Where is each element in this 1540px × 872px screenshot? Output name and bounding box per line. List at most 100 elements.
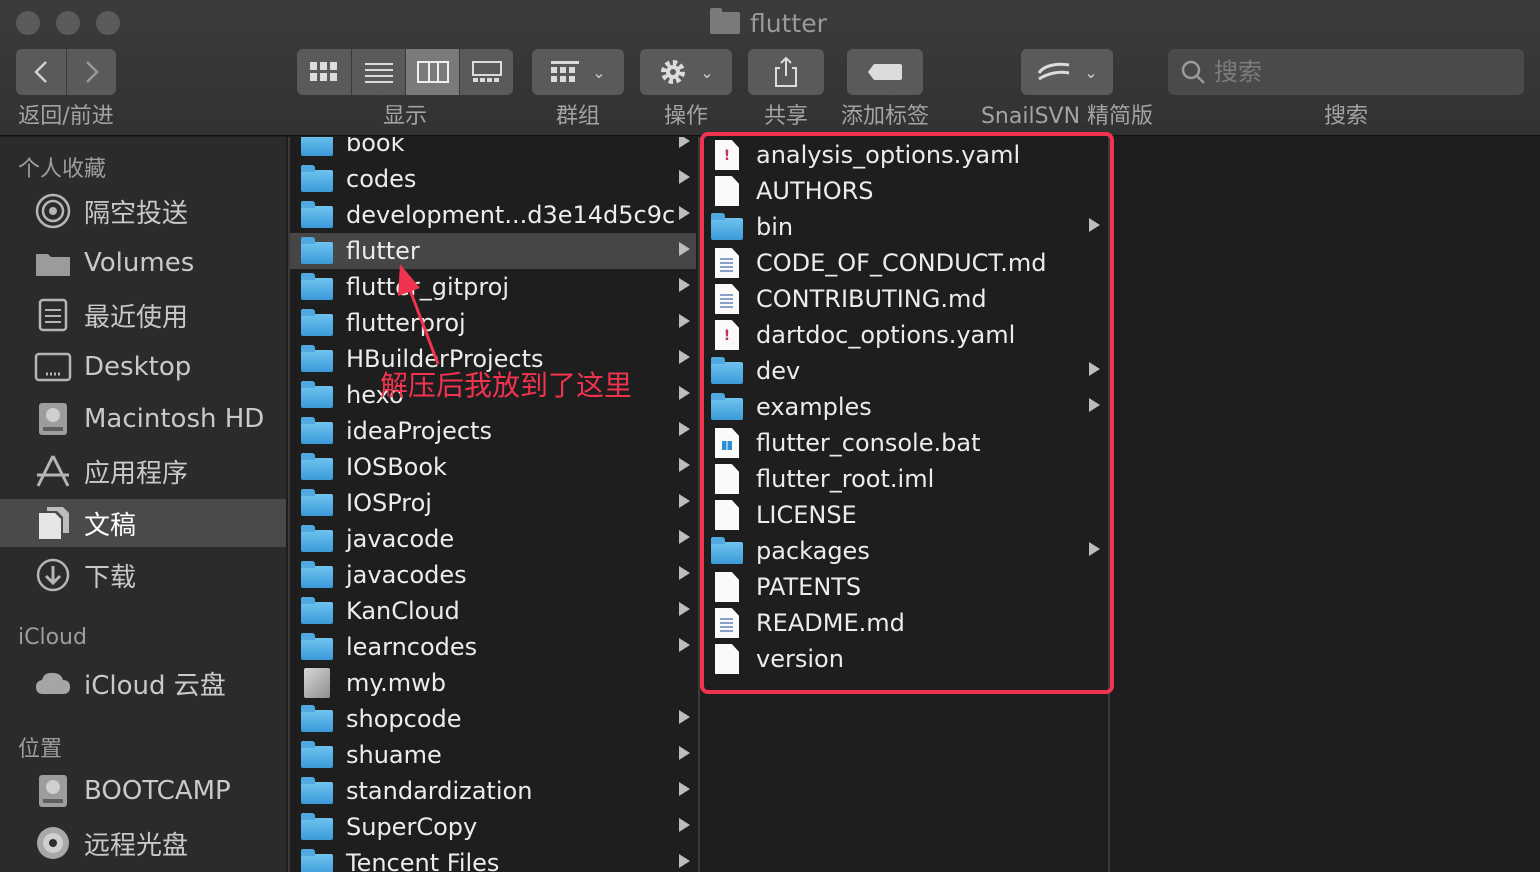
applications-icon: [34, 452, 72, 490]
zoom-window-button[interactable]: [96, 11, 120, 35]
folder-icon: [300, 377, 334, 413]
file-row[interactable]: version: [700, 641, 1106, 677]
folder-row[interactable]: ideaProjects: [290, 413, 696, 449]
group-label: 群组: [555, 104, 600, 129]
document-icon: [710, 641, 744, 677]
gallery-view-button[interactable]: [459, 49, 513, 95]
item-name: flutter: [346, 237, 420, 265]
disclosure-arrow-icon: [679, 386, 690, 400]
folder-row[interactable]: javacodes: [290, 557, 696, 593]
gallery-icon: [471, 61, 502, 82]
item-name: flutterproj: [346, 309, 466, 337]
close-window-button[interactable]: [16, 11, 40, 35]
group-menu-button[interactable]: ⌄: [532, 49, 624, 95]
folder-row[interactable]: javacode: [290, 521, 696, 557]
back-button[interactable]: [16, 49, 66, 95]
add-tag-label: 添加标签: [840, 104, 929, 129]
folder-row[interactable]: flutter: [290, 233, 696, 269]
downloads-icon: [34, 556, 72, 594]
forward-button[interactable]: [66, 49, 116, 95]
folder-icon: [300, 485, 334, 521]
share-button[interactable]: [748, 49, 824, 95]
chevron-down-icon: ⌄: [1084, 62, 1098, 82]
sidebar-item-recents[interactable]: 最近使用: [0, 291, 286, 339]
recents-icon: [34, 296, 72, 334]
file-row[interactable]: ! dartdoc_options.yaml: [700, 317, 1106, 353]
sidebar-item-volumes[interactable]: Volumes: [0, 239, 286, 287]
document-icon: [710, 569, 744, 605]
snailsvn-menu-button[interactable]: ⌄: [1021, 49, 1113, 95]
column-flutter[interactable]: ! analysis_options.yaml AUTHORS bin CODE_OF_…: [698, 137, 1106, 872]
folder-row[interactable]: shuame: [290, 737, 696, 773]
item-name: CODE_OF_CONDUCT.md: [756, 249, 1047, 277]
folder-row[interactable]: bin: [700, 209, 1106, 245]
folder-icon: [300, 737, 334, 773]
search-field[interactable]: [1168, 49, 1524, 95]
window-title-text: flutter: [750, 8, 827, 38]
minimize-window-button[interactable]: [56, 11, 80, 35]
add-tag-button[interactable]: [847, 49, 923, 95]
folder-row[interactable]: codes: [290, 161, 696, 197]
sidebar-item-remote-disc[interactable]: 远程光盘: [0, 819, 286, 867]
sidebar-item-applications[interactable]: 应用程序: [0, 447, 286, 495]
item-name: javacode: [346, 525, 455, 553]
file-row[interactable]: CONTRIBUTING.md: [700, 281, 1106, 317]
view-mode-group: [297, 49, 513, 95]
sidebar-item-airdrop[interactable]: 隔空投送: [0, 187, 286, 235]
folder-row[interactable]: IOSBook: [290, 449, 696, 485]
folder-icon: [300, 557, 334, 593]
folder-row[interactable]: SuperCopy: [290, 809, 696, 845]
folder-icon: [300, 521, 334, 557]
folder-row[interactable]: flutter_gitproj: [290, 269, 696, 305]
item-name: version: [756, 645, 844, 673]
folder-icon: [300, 341, 334, 377]
sidebar-item-label: Desktop: [84, 352, 192, 382]
disclosure-arrow-icon: [1089, 542, 1100, 556]
file-row[interactable]: CODE_OF_CONDUCT.md: [700, 245, 1106, 281]
file-row[interactable]: flutter_root.iml: [700, 461, 1106, 497]
action-menu-button[interactable]: ⌄: [640, 49, 732, 95]
folder-row[interactable]: IOSProj: [290, 485, 696, 521]
folder-row[interactable]: development...d3e14d5c9c: [290, 197, 696, 233]
column-empty[interactable]: [1108, 137, 1540, 872]
sidebar-item-documents[interactable]: 文稿: [0, 499, 286, 547]
folder-row[interactable]: dev: [700, 353, 1106, 389]
disclosure-arrow-icon: [679, 746, 690, 760]
item-name: AUTHORS: [756, 177, 874, 205]
sidebar-item-desktop[interactable]: Desktop: [0, 343, 286, 391]
sidebar-item-downloads[interactable]: 下载: [0, 551, 286, 599]
column-documents[interactable]: book codes development...d3e14d5c9c flutter…: [288, 137, 696, 872]
folder-row[interactable]: KanCloud: [290, 593, 696, 629]
sidebar-item-bootcamp[interactable]: BOOTCAMP: [0, 767, 286, 815]
file-row[interactable]: my.mwb: [290, 665, 696, 701]
file-row[interactable]: README.md: [700, 605, 1106, 641]
folder-row[interactable]: standardization: [290, 773, 696, 809]
folder-icon: [300, 161, 334, 197]
sidebar-item-macintosh-hd[interactable]: Macintosh HD: [0, 395, 286, 443]
item-name: CONTRIBUTING.md: [756, 285, 987, 313]
folder-row[interactable]: Tencent Files: [290, 845, 696, 872]
folder-row[interactable]: flutterproj: [290, 305, 696, 341]
sidebar-item-icloud-drive[interactable]: iCloud 云盘: [0, 659, 286, 707]
list-view-button[interactable]: [351, 49, 405, 95]
folder-row[interactable]: learncodes: [290, 629, 696, 665]
disclosure-arrow-icon: [679, 818, 690, 832]
folder-row[interactable]: examples: [700, 389, 1106, 425]
folder-icon: [710, 353, 744, 389]
file-row[interactable]: PATENTS: [700, 569, 1106, 605]
file-row[interactable]: flutter_console.bat: [700, 425, 1106, 461]
search-input[interactable]: [1214, 58, 1504, 86]
column-view-button[interactable]: [405, 49, 459, 95]
folder-row[interactable]: packages: [700, 533, 1106, 569]
folder-row[interactable]: book: [290, 137, 696, 161]
file-row[interactable]: ! analysis_options.yaml: [700, 137, 1106, 173]
search-icon: [1181, 60, 1205, 84]
folder-icon: [300, 449, 334, 485]
folder-row[interactable]: shopcode: [290, 701, 696, 737]
file-row[interactable]: LICENSE: [700, 497, 1106, 533]
sidebar-item-label: 隔空投送: [84, 198, 189, 229]
icon-view-button[interactable]: [297, 49, 351, 95]
file-row[interactable]: AUTHORS: [700, 173, 1106, 209]
hard-disk-icon: [34, 772, 72, 810]
toolbar: flutter 返回/前进 显示 ⌄ 群组 ⌄ 操作 共享 添加标签 ⌄ Sna…: [0, 0, 1540, 136]
